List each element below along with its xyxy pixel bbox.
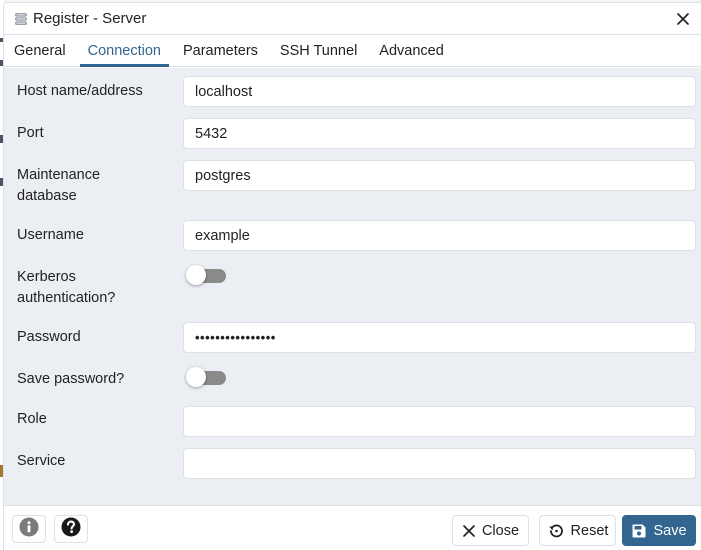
maintenance-db-label-line1: Maintenance [17, 167, 101, 183]
info-button[interactable] [12, 515, 46, 543]
tab-bar: General Connection Parameters SSH Tunnel… [4, 35, 701, 67]
dialog-titlebar[interactable]: Register - Server [4, 3, 701, 35]
close-icon [462, 524, 476, 538]
close-button-label: Close [481, 522, 520, 539]
kerberos-label-line1: Kerberos [17, 269, 76, 285]
username-label: Username [17, 227, 84, 243]
kerberos-toggle[interactable] [186, 265, 226, 287]
info-icon [19, 517, 39, 542]
tab-general[interactable]: General [6, 35, 74, 66]
password-input[interactable] [183, 322, 696, 353]
toggle-knob [186, 265, 206, 285]
maintenance-db-label: Maintenance database [17, 165, 100, 207]
connection-form: Host name/address Port Maintenance datab… [4, 68, 701, 505]
reset-button[interactable]: Reset [539, 515, 616, 546]
reset-icon [547, 522, 565, 540]
help-button[interactable] [54, 515, 88, 543]
dialog-footer: Close Reset Save [4, 505, 701, 550]
help-icon [61, 517, 81, 542]
tab-parameters[interactable]: Parameters [175, 35, 266, 66]
port-label: Port [17, 125, 44, 141]
port-input[interactable] [183, 118, 696, 149]
password-label: Password [17, 329, 81, 345]
save-button[interactable]: Save [622, 515, 696, 546]
server-icon [14, 12, 28, 26]
maintenance-db-label-line2: database [17, 188, 77, 204]
close-button[interactable]: Close [452, 515, 529, 546]
register-server-dialog: Register - Server General Connection Par… [3, 2, 701, 550]
username-input[interactable] [183, 220, 696, 251]
role-input[interactable] [183, 406, 696, 437]
kerberos-label-line2: authentication? [17, 290, 116, 306]
tab-connection[interactable]: Connection [79, 35, 170, 67]
reset-button-label: Reset [570, 522, 609, 539]
host-input[interactable] [183, 76, 696, 107]
save-button-label: Save [653, 522, 687, 539]
service-input[interactable] [183, 448, 696, 479]
kerberos-label: Kerberos authentication? [17, 267, 115, 309]
service-label: Service [17, 453, 66, 469]
tab-advanced[interactable]: Advanced [371, 35, 452, 66]
save-password-toggle[interactable] [186, 367, 226, 389]
host-label: Host name/address [17, 83, 143, 99]
save-icon [631, 523, 647, 539]
tab-ssh-tunnel[interactable]: SSH Tunnel [272, 35, 365, 66]
toggle-knob [186, 367, 206, 387]
role-label: Role [17, 411, 47, 427]
close-icon[interactable] [673, 9, 693, 29]
maintenance-db-input[interactable] [183, 160, 696, 191]
dialog-title: Register - Server [33, 10, 147, 27]
save-password-label: Save password? [17, 371, 125, 387]
